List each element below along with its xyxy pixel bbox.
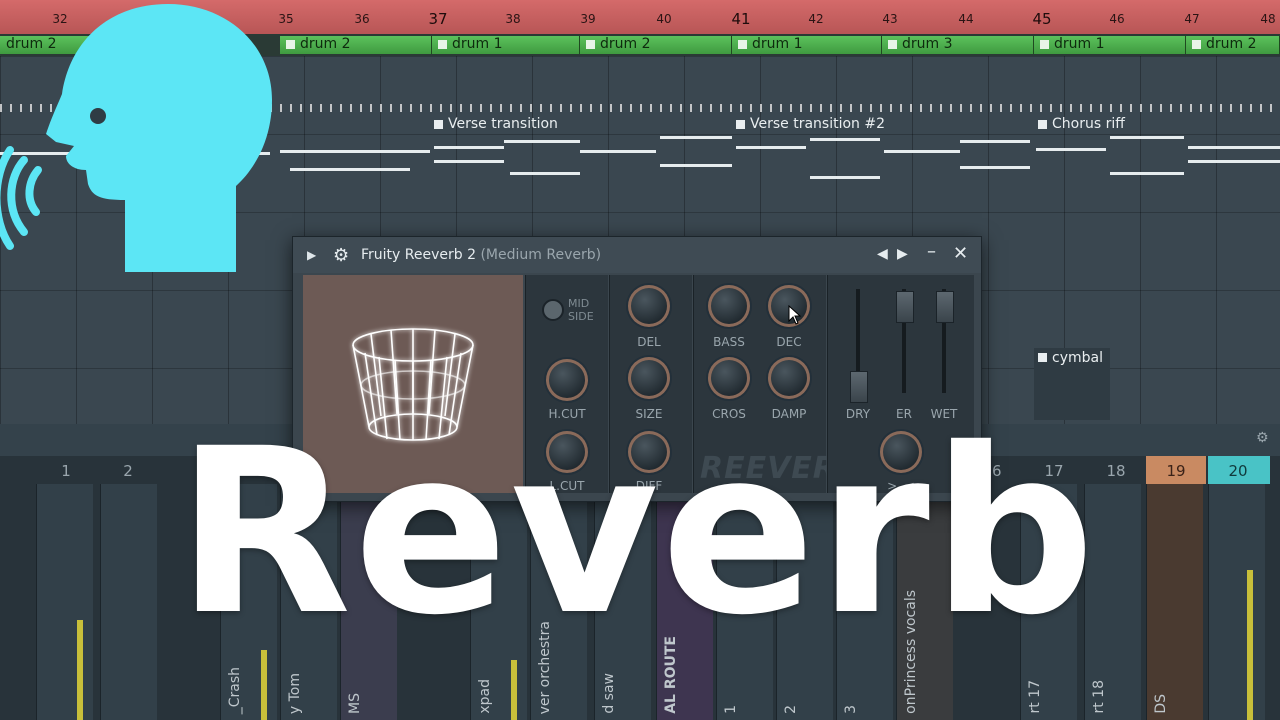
mixer-strip[interactable] (100, 484, 157, 720)
del-label: DEL (637, 335, 661, 349)
bar-number: 47 (1184, 12, 1200, 26)
clip-label: drum 1 (1054, 36, 1105, 52)
arrow-left-icon[interactable]: ◀ (877, 246, 888, 262)
plugin-name: Fruity Reeverb 2 (361, 247, 477, 263)
strip-label: y Tom (287, 672, 303, 714)
bass-knob[interactable] (708, 285, 750, 327)
pattern-icon (586, 40, 595, 49)
bar-number: 42 (808, 12, 824, 26)
midside-label: MID SIDE (568, 297, 594, 323)
pattern-clip[interactable]: drum 1 (732, 36, 882, 54)
bar-number: 44 (958, 12, 974, 26)
side-label: SIDE (568, 310, 594, 323)
clip-label: Verse transition (448, 116, 558, 132)
clip-label: drum 2 (300, 36, 351, 52)
bar-number: 48 (1260, 12, 1276, 26)
pattern-icon (738, 40, 747, 49)
pattern-icon (1038, 120, 1047, 129)
bar-number: 43 (882, 12, 898, 26)
strip-label: xpad (477, 679, 493, 714)
clip-label: drum 1 (752, 36, 803, 52)
strip-label: 2 (783, 705, 799, 714)
clip-label: drum 1 (452, 36, 503, 52)
mixer-strip[interactable]: DS (1146, 484, 1203, 720)
clip-label: drum 2 (600, 36, 651, 52)
cros-knob[interactable] (708, 357, 750, 399)
insert-number: 18 (1106, 462, 1126, 480)
pattern-icon (1038, 353, 1047, 362)
arrow-right-icon[interactable]: ▶ (897, 246, 908, 262)
pattern-icon (434, 120, 443, 129)
mouse-cursor-icon (788, 305, 802, 325)
strip-label: MS (347, 693, 363, 714)
gear-icon[interactable]: ⚙ (333, 245, 349, 266)
pattern-clip[interactable]: drum 1 (1034, 36, 1186, 54)
bar-number: 40 (656, 12, 672, 26)
pattern-icon (1192, 40, 1201, 49)
damp-knob[interactable] (768, 357, 810, 399)
preset-name: (Medium Reverb) (480, 247, 602, 263)
pattern-icon (438, 40, 447, 49)
plug-icon[interactable]: ⚙ (1256, 430, 1274, 446)
plugin-titlebar[interactable]: ▶ ⚙ Fruity Reeverb 2 (Medium Reverb) ◀ ▶… (293, 237, 981, 273)
clip-label: drum 3 (902, 36, 953, 52)
del-knob[interactable] (628, 285, 670, 327)
strip-label: d saw (601, 673, 617, 714)
strip-label: rt 18 (1091, 680, 1107, 714)
pattern-clip[interactable]: Chorus riff (1038, 116, 1125, 134)
bar-number: 38 (505, 12, 521, 26)
size-knob[interactable] (628, 357, 670, 399)
mixer-strip[interactable] (36, 484, 93, 720)
pattern-clip[interactable]: Verse transition (434, 116, 558, 134)
clip-label: Chorus riff (1052, 116, 1125, 132)
bar-number: 45 (1032, 10, 1052, 28)
bar-number: 41 (731, 10, 751, 28)
midside-toggle[interactable] (542, 299, 564, 321)
strip-label: _Crash (227, 666, 243, 714)
strip-label: rt 17 (1027, 680, 1043, 714)
clip-label: cymbal (1052, 350, 1103, 366)
minimize-icon[interactable]: – (927, 241, 936, 262)
strip-label: 3 (843, 705, 859, 714)
pattern-clip[interactable]: drum 2 (580, 36, 732, 54)
hcut-knob[interactable] (546, 359, 588, 401)
clip-label: drum 2 (1206, 36, 1257, 52)
strip-label: DS (1153, 694, 1169, 714)
bar-number: 46 (1109, 12, 1125, 26)
mixer-strip[interactable] (1208, 484, 1265, 720)
insert-number: 19 (1166, 462, 1186, 480)
mid-label: MID (568, 297, 590, 310)
bar-number: 39 (580, 12, 596, 26)
pattern-icon (888, 40, 897, 49)
video-title: Reverb (176, 399, 1098, 665)
pattern-clip[interactable]: drum 3 (882, 36, 1034, 54)
pattern-clip[interactable]: drum 2 (1186, 36, 1280, 54)
pattern-clip[interactable]: drum 2 (280, 36, 432, 54)
speaking-head-icon (0, 4, 272, 272)
dec-label: DEC (776, 335, 802, 349)
er-fader[interactable] (896, 291, 914, 323)
close-icon[interactable]: ✕ (953, 243, 968, 264)
clip-label: Verse transition #2 (750, 116, 886, 132)
pattern-icon (1040, 40, 1049, 49)
insert-number: 20 (1228, 462, 1248, 480)
pattern-clip[interactable]: Verse transition #2 (736, 116, 885, 134)
bar-number: 36 (354, 12, 370, 26)
chevron-right-icon[interactable]: ▶ (307, 248, 316, 262)
plugin-title: Fruity Reeverb 2 (Medium Reverb) (361, 247, 601, 263)
pattern-icon (736, 120, 745, 129)
strip-label: 1 (723, 705, 739, 714)
insert-number: 1 (61, 462, 71, 480)
wet-fader[interactable] (936, 291, 954, 323)
insert-number: 2 (123, 462, 133, 480)
bar-number: 37 (428, 10, 448, 28)
pattern-clip[interactable]: drum 1 (432, 36, 580, 54)
